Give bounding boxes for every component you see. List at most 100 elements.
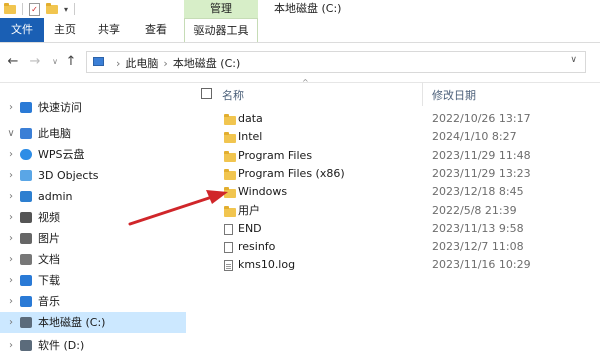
quick-access-toolbar: ✓ ▾ [4,2,76,16]
breadcrumb-separator: › [163,57,168,70]
sidebar-item-label: 3D Objects [38,169,99,182]
document-icon [224,260,233,272]
table-row[interactable]: kms10.log 2023/11/16 10:29 [192,256,600,274]
sidebar-item-label: 音乐 [38,295,60,308]
chevron-right-icon[interactable]: › [6,165,16,186]
sidebar-item[interactable]: › WPS云盘 [0,144,186,165]
folder-icon [224,114,236,125]
recent-dropdown-icon[interactable]: ∨ [48,55,62,69]
breadcrumb-separator: › [116,57,121,70]
divider [74,3,76,15]
sidebar-item-label: 本地磁盘 (C:) [38,316,106,329]
forward-arrow-icon[interactable]: → [28,55,42,69]
sidebar-item-label: 图片 [38,232,60,245]
sidebar-item-label: 下载 [38,274,60,287]
tab-view[interactable]: 查看 [134,18,178,42]
download-icon [20,275,32,286]
sidebar-item[interactable]: › 快速访问 [0,97,186,118]
sidebar-item[interactable]: › admin [0,186,186,207]
chevron-right-icon[interactable]: › [6,228,16,249]
folder-icon [4,2,16,14]
chevron-right-icon[interactable]: › [6,144,16,165]
cube-icon [20,170,32,181]
context-group-label: 管理 [184,0,258,18]
sidebar-item[interactable]: › 软件 (D:) [0,335,186,356]
navigation-bar: ← → ∨ ↑ › 此电脑 › 本地磁盘 (C:) ∨ [0,44,600,83]
table-row[interactable]: resinfo 2023/12/7 11:08 [192,238,600,256]
breadcrumb: › 此电脑 › 本地磁盘 (C:) [111,55,240,71]
properties-icon[interactable]: ✓ [29,2,40,16]
file-name: kms10.log [238,258,296,272]
picture-icon [20,233,32,244]
divider [22,3,23,15]
customize-dropdown-icon[interactable]: ▾ [64,5,68,14]
sidebar-item[interactable]: › 下载 [0,270,186,291]
file-icon [224,223,233,235]
file-date: 2022/10/26 13:17 [432,112,531,125]
file-date: 2024/1/10 8:27 [432,130,517,144]
table-row[interactable]: END 2023/11/13 9:58 [192,220,600,238]
sidebar-item[interactable]: › 文档 [0,249,186,270]
file-date: 2023/12/7 11:08 [432,240,524,254]
file-date: 2023/11/13 9:58 [432,221,524,235]
sidebar-item[interactable]: › 3D Objects [0,165,186,186]
file-name: 用户 [238,203,260,217]
cloud-icon [20,149,32,160]
file-date: 2022/5/8 21:39 [432,203,517,217]
table-row[interactable]: Program Files (x86) 2023/11/29 13:23 [192,165,600,183]
chevron-right-icon[interactable]: › [6,186,16,207]
chevron-down-icon[interactable]: ∨ [570,55,577,65]
column-date-modified[interactable]: 修改日期 [432,87,476,103]
table-row[interactable]: Intel 2024/1/10 8:27 [192,128,600,146]
back-arrow-icon[interactable]: ← [6,55,20,69]
address-bar[interactable]: › 此电脑 › 本地磁盘 (C:) ∨ [86,51,586,73]
folder-icon [224,132,236,144]
chevron-right-icon[interactable]: › [6,207,16,228]
table-row[interactable]: data 2022/10/26 13:17 [192,110,600,128]
sidebar-item[interactable]: › 音乐 [0,291,186,312]
sidebar-item[interactable]: ∨ 此电脑 [0,123,186,144]
folder-icon [224,168,236,180]
pc-icon [93,57,104,66]
file-list: ^ 名称 修改日期 data 2022/10/26 13:17 Intel 2024/… [192,78,600,348]
file-name: Windows [238,185,288,199]
sidebar-item[interactable]: › 本地磁盘 (C:) [0,312,186,333]
select-all-checkbox[interactable] [201,88,212,99]
chevron-right-icon[interactable]: › [6,249,16,270]
document-icon [20,254,32,265]
chevron-right-icon[interactable]: › [6,335,16,356]
column-name[interactable]: 名称 [222,87,244,103]
breadcrumb-item-this-pc[interactable]: 此电脑 [125,57,158,70]
file-date: 2023/11/29 13:23 [432,166,531,180]
up-arrow-icon[interactable]: ↑ [64,55,78,69]
tab-drive-tools[interactable]: 驱动器工具 [184,18,258,42]
chevron-right-icon[interactable]: › [6,270,16,291]
navigation-pane: › 快速访问 ∨ 此电脑 › WPS云盘 › 3D Objects › admin › 视频 › 图片 › 文… [0,88,186,352]
chevron-right-icon[interactable]: › [6,312,16,333]
column-divider[interactable] [422,82,423,106]
sidebar-item[interactable]: › 图片 [0,228,186,249]
new-folder-icon[interactable] [46,2,58,14]
table-row[interactable]: Program Files 2023/11/29 11:48 [192,147,600,165]
ribbon-tabs: 文件 主页 共享 查看 驱动器工具 [0,18,600,43]
table-row[interactable]: Windows 2023/12/18 8:45 [192,183,600,201]
file-date: 2023/11/16 10:29 [432,258,531,272]
tab-share[interactable]: 共享 [88,18,130,42]
folder-icon [224,205,236,217]
table-row[interactable]: 用户 2022/5/8 21:39 [192,202,600,220]
tab-home[interactable]: 主页 [44,18,86,42]
file-name: Program Files (x86) [238,166,345,180]
file-name: END [238,221,262,235]
sidebar-item[interactable]: › 视频 [0,207,186,228]
chevron-down-icon[interactable]: ∨ [6,123,16,144]
chevron-right-icon[interactable]: › [6,97,16,118]
sidebar-item-label: 视频 [38,211,60,224]
tab-file[interactable]: 文件 [0,18,44,42]
chevron-right-icon[interactable]: › [6,291,16,312]
folder-icon [224,187,236,199]
breadcrumb-item-drive-c[interactable]: 本地磁盘 (C:) [173,57,240,70]
drive-icon [20,340,32,351]
file-name: Program Files [238,148,313,162]
sidebar-item-label: 文档 [38,253,60,266]
pc-icon [20,128,32,139]
